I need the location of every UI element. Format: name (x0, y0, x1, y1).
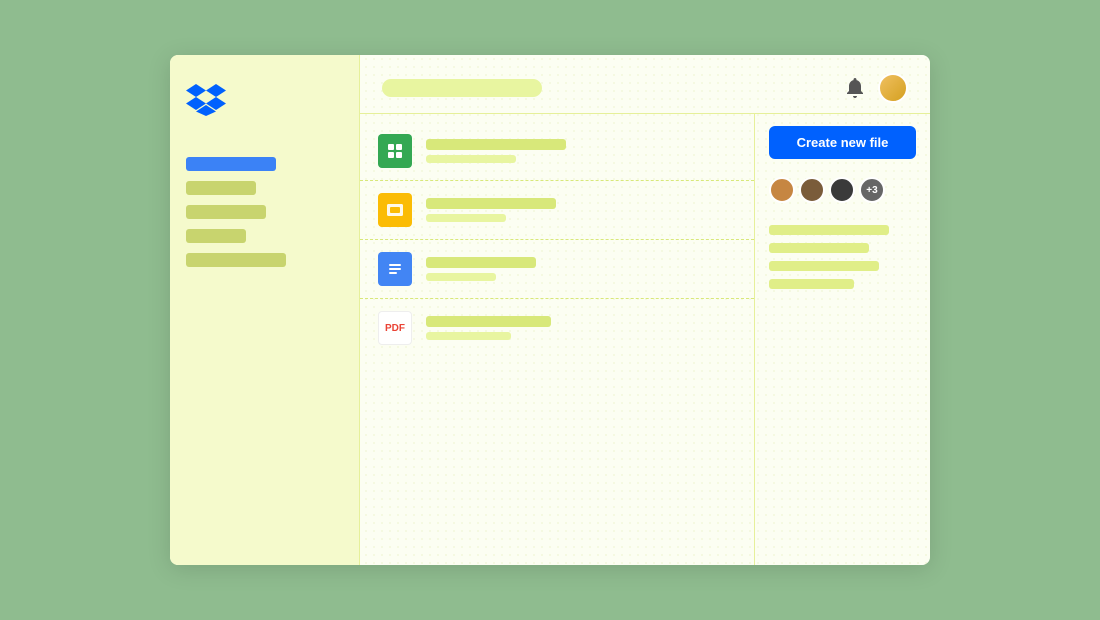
dropbox-logo (186, 79, 226, 119)
topbar (360, 55, 930, 114)
file-item[interactable] (360, 122, 754, 181)
file-list: PDF (360, 114, 755, 565)
collaborator-avatar-3 (829, 177, 855, 203)
sidebar (170, 55, 360, 565)
pdf-icon: PDF (378, 311, 412, 345)
file-info (426, 316, 551, 340)
app-window: PDF Create new file +3 (170, 55, 930, 565)
search-bar[interactable] (382, 79, 542, 97)
side-meta-bar (769, 279, 854, 289)
collaborator-avatar-1 (769, 177, 795, 203)
collaborator-more-badge[interactable]: +3 (859, 177, 885, 203)
collaborator-avatar-2 (799, 177, 825, 203)
file-item[interactable] (360, 240, 754, 299)
topbar-right (844, 73, 908, 103)
file-meta-bar (426, 155, 516, 163)
logo-area (186, 79, 343, 119)
create-new-file-button[interactable]: Create new file (769, 126, 916, 159)
sidebar-item-showcase[interactable] (186, 253, 286, 267)
file-name-bar (426, 139, 566, 150)
file-item[interactable] (360, 181, 754, 240)
side-meta-bars (769, 225, 916, 289)
user-avatar[interactable] (878, 73, 908, 103)
sidebar-item-photos[interactable] (186, 205, 266, 219)
file-meta-bar (426, 214, 506, 222)
bell-icon[interactable] (844, 77, 866, 99)
file-name-bar (426, 257, 536, 268)
sidebar-item-paper[interactable] (186, 229, 246, 243)
side-meta-bar (769, 261, 879, 271)
content-area: PDF Create new file +3 (360, 114, 930, 565)
side-meta-bar (769, 243, 869, 253)
file-meta-bar (426, 273, 496, 281)
sidebar-navigation (186, 157, 343, 267)
right-panel: Create new file +3 (755, 114, 930, 565)
collaborators-row: +3 (769, 177, 916, 203)
file-info (426, 198, 556, 222)
sidebar-item-files[interactable] (186, 181, 256, 195)
file-name-bar (426, 198, 556, 209)
file-info (426, 139, 566, 163)
outer-background: PDF Create new file +3 (0, 0, 1100, 620)
sheets-icon (378, 134, 412, 168)
docs-icon (378, 252, 412, 286)
file-info (426, 257, 536, 281)
slides-icon (378, 193, 412, 227)
file-item[interactable]: PDF (360, 299, 754, 357)
main-content: PDF Create new file +3 (360, 55, 930, 565)
file-meta-bar (426, 332, 511, 340)
side-meta-bar (769, 225, 889, 235)
file-name-bar (426, 316, 551, 327)
sidebar-item-home[interactable] (186, 157, 276, 171)
